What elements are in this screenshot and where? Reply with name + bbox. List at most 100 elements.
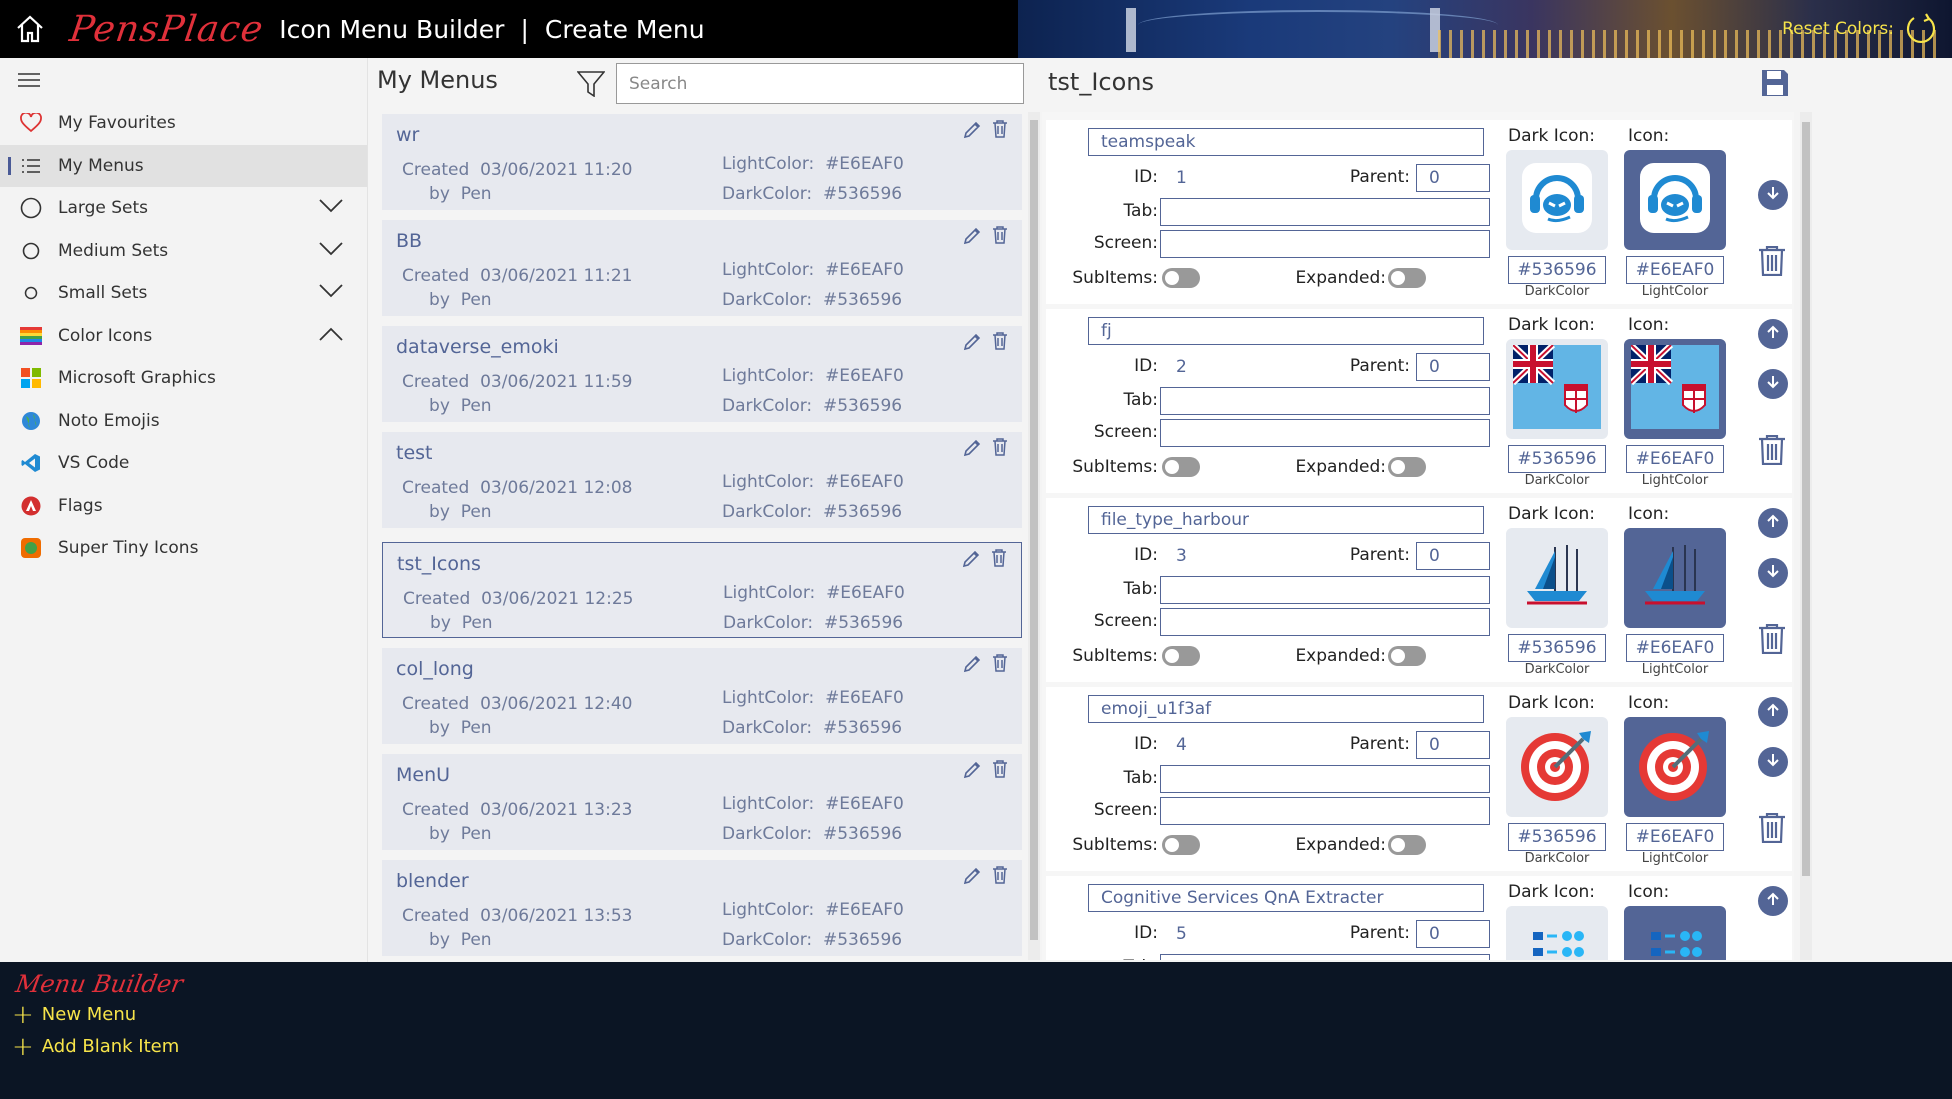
move-down-button[interactable] (1758, 558, 1788, 588)
delete-item-button[interactable] (1758, 434, 1786, 469)
light-icon-preview[interactable] (1624, 717, 1726, 817)
trash-icon[interactable] (992, 332, 1008, 354)
item-screen-field[interactable] (1160, 608, 1490, 636)
trash-icon[interactable] (992, 760, 1008, 782)
sidebar-item-microsoft-graphics[interactable]: Microsoft Graphics (0, 357, 367, 400)
light-color-field[interactable]: #E6EAF0 (1626, 823, 1724, 851)
menu-card[interactable]: col_long Created 03/06/2021 12:40 by Pen… (382, 648, 1022, 744)
light-color-field[interactable]: #E6EAF0 (1626, 445, 1724, 473)
light-color-field[interactable]: #E6EAF0 (1626, 256, 1724, 284)
new-menu-button[interactable]: + New Menu (12, 1002, 136, 1028)
expanded-toggle[interactable] (1388, 835, 1426, 855)
chevron-up-icon[interactable] (319, 327, 343, 341)
sidebar-item-medium-sets[interactable]: Medium Sets (0, 230, 367, 273)
item-screen-field[interactable] (1160, 419, 1490, 447)
subitems-toggle[interactable] (1162, 835, 1200, 855)
subitems-toggle[interactable] (1162, 646, 1200, 666)
dark-color-field[interactable]: #536596 (1508, 634, 1606, 662)
trash-icon[interactable] (992, 120, 1008, 142)
move-up-button[interactable] (1758, 319, 1788, 349)
expanded-toggle[interactable] (1388, 457, 1426, 477)
move-down-button[interactable] (1758, 180, 1788, 210)
expanded-toggle[interactable] (1388, 268, 1426, 288)
delete-item-button[interactable] (1758, 623, 1786, 658)
dark-color-field[interactable]: #536596 (1508, 823, 1606, 851)
item-name-field[interactable]: file_type_harbour (1088, 506, 1484, 534)
sidebar-item-vs-code[interactable]: VS Code (0, 442, 367, 485)
hamburger-button[interactable] (0, 58, 367, 102)
menu-card[interactable]: dataverse_emoki Created 03/06/2021 11:59… (382, 326, 1022, 422)
sidebar-item-my-favourites[interactable]: My Favourites (0, 102, 367, 145)
edit-icon[interactable] (962, 866, 982, 890)
delete-item-button[interactable] (1758, 812, 1786, 847)
menu-list-scrollbar[interactable] (1028, 112, 1040, 960)
item-screen-field[interactable] (1160, 797, 1490, 825)
move-up-button[interactable] (1758, 886, 1788, 916)
menu-card[interactable]: blender Created 03/06/2021 13:53 by Pen … (382, 860, 1022, 956)
light-icon-preview[interactable] (1624, 528, 1726, 628)
menu-card[interactable]: test Created 03/06/2021 12:08 by Pen Lig… (382, 432, 1022, 528)
edit-icon[interactable] (962, 654, 982, 678)
search-input[interactable] (616, 63, 1024, 104)
subitems-toggle[interactable] (1162, 268, 1200, 288)
item-parent-field[interactable]: 0 (1416, 542, 1490, 570)
item-id-field[interactable]: 4 (1164, 731, 1274, 759)
edit-icon[interactable] (962, 120, 982, 144)
item-screen-field[interactable] (1160, 230, 1490, 258)
menu-card[interactable]: tst_Icons Created 03/06/2021 12:25 by Pe… (382, 542, 1022, 638)
trash-icon[interactable] (992, 226, 1008, 248)
move-up-button[interactable] (1758, 697, 1788, 727)
item-tab-field[interactable] (1160, 387, 1490, 415)
item-parent-field[interactable]: 0 (1416, 731, 1490, 759)
chevron-down-icon[interactable] (319, 284, 343, 298)
item-parent-field[interactable]: 0 (1416, 920, 1490, 948)
trash-icon[interactable] (991, 549, 1007, 571)
edit-icon[interactable] (962, 332, 982, 356)
sidebar-item-small-sets[interactable]: Small Sets (0, 272, 367, 315)
edit-icon[interactable] (961, 549, 981, 573)
menu-card[interactable]: BB Created 03/06/2021 11:21 by Pen Light… (382, 220, 1022, 316)
reset-colors-button[interactable]: Reset Colors: (1782, 0, 1938, 58)
item-tab-field[interactable] (1160, 576, 1490, 604)
chevron-down-icon[interactable] (319, 241, 343, 256)
dark-color-field[interactable]: #536596 (1508, 256, 1606, 284)
move-down-button[interactable] (1758, 747, 1788, 777)
move-down-button[interactable] (1758, 369, 1788, 399)
trash-icon[interactable] (992, 654, 1008, 676)
edit-icon[interactable] (962, 226, 982, 250)
dark-icon-preview[interactable] (1506, 528, 1608, 628)
trash-icon[interactable] (992, 866, 1008, 888)
dark-icon-preview[interactable] (1506, 906, 1608, 960)
sidebar-item-my-menus[interactable]: My Menus (0, 144, 367, 187)
item-parent-field[interactable]: 0 (1416, 164, 1490, 192)
sidebar-item-noto-emojis[interactable]: Noto Emojis (0, 400, 367, 443)
edit-icon[interactable] (962, 760, 982, 784)
add-blank-item-button[interactable]: + Add Blank Item (12, 1034, 179, 1060)
sidebar-item-flags[interactable]: Flags (0, 485, 367, 528)
expanded-toggle[interactable] (1388, 646, 1426, 666)
items-scrollbar[interactable] (1800, 112, 1812, 960)
item-id-field[interactable]: 2 (1164, 353, 1274, 381)
item-parent-field[interactable]: 0 (1416, 353, 1490, 381)
sidebar-item-super-tiny-icons[interactable]: Super Tiny Icons (0, 527, 367, 570)
dark-color-field[interactable]: #536596 (1508, 445, 1606, 473)
chevron-down-icon[interactable] (319, 199, 343, 213)
save-icon[interactable] (1760, 68, 1790, 98)
item-id-field[interactable]: 1 (1164, 164, 1274, 192)
light-icon-preview[interactable] (1624, 906, 1726, 960)
item-name-field[interactable]: Cognitive Services QnA Extracter (1088, 884, 1484, 912)
dark-icon-preview[interactable] (1506, 150, 1608, 250)
item-name-field[interactable]: emoji_u1f3af (1088, 695, 1484, 723)
delete-item-button[interactable] (1758, 245, 1786, 280)
item-tab-field[interactable] (1160, 954, 1490, 960)
edit-icon[interactable] (962, 438, 982, 462)
item-id-field[interactable]: 3 (1164, 542, 1274, 570)
sidebar-item-large-sets[interactable]: Large Sets (0, 187, 367, 230)
light-icon-preview[interactable] (1624, 339, 1726, 439)
menu-card[interactable]: wr Created 03/06/2021 11:20 by Pen Light… (382, 114, 1022, 210)
light-color-field[interactable]: #E6EAF0 (1626, 634, 1724, 662)
dark-icon-preview[interactable] (1506, 717, 1608, 817)
item-name-field[interactable]: teamspeak (1088, 128, 1484, 156)
dark-icon-preview[interactable] (1506, 339, 1608, 439)
item-tab-field[interactable] (1160, 198, 1490, 226)
